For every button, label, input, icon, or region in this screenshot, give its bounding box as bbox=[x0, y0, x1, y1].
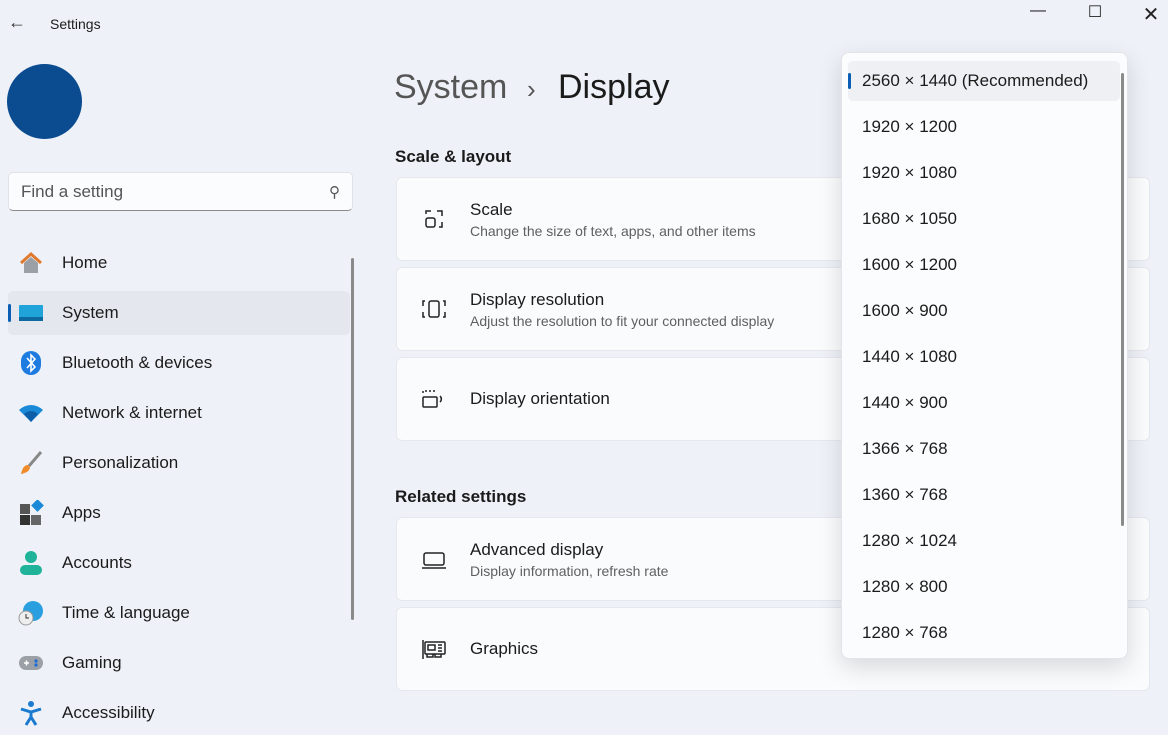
advanced-title: Advanced display bbox=[470, 539, 604, 559]
search-placeholder: Find a setting bbox=[21, 181, 124, 201]
system-icon bbox=[18, 300, 44, 326]
globe-clock-icon bbox=[18, 600, 44, 626]
resolution-dropdown-list[interactable]: 2560 × 1440 (Recommended) 1920 × 1200 1920… bbox=[841, 52, 1128, 659]
graphics-card-icon bbox=[419, 637, 449, 661]
scale-subtitle: Change the size of text, apps, and other… bbox=[470, 222, 756, 239]
scale-icon bbox=[419, 207, 449, 231]
sidebar-item-label: System bbox=[62, 303, 119, 322]
sidebar-item-network-internet[interactable]: Network & internet bbox=[8, 391, 350, 435]
page-title: Display bbox=[558, 68, 670, 106]
sidebar-item-label: Personalization bbox=[62, 453, 179, 472]
back-button[interactable]: ← bbox=[8, 12, 28, 36]
sidebar-item-personalization[interactable]: Personalization bbox=[8, 441, 350, 485]
advanced-subtitle: Display information, refresh rate bbox=[470, 562, 669, 579]
dropdown-scrollbar[interactable] bbox=[1121, 73, 1124, 526]
resolution-option[interactable]: 1360 × 768 bbox=[848, 475, 1120, 515]
breadcrumb-parent[interactable]: System bbox=[394, 68, 507, 107]
bluetooth-icon bbox=[18, 350, 44, 376]
sidebar-item-label: Apps bbox=[62, 503, 101, 522]
accessibility-icon bbox=[18, 700, 44, 726]
brush-icon bbox=[18, 450, 44, 476]
maximize-button[interactable]: ☐ bbox=[1075, 2, 1115, 26]
sidebar-item-label: Home bbox=[62, 253, 108, 272]
resolution-option[interactable]: 2560 × 1440 (Recommended) bbox=[848, 61, 1120, 101]
graphics-title: Graphics bbox=[470, 639, 539, 658]
resolution-subtitle: Adjust the resolution to fit your connec… bbox=[470, 312, 775, 329]
resolution-option[interactable]: 1440 × 1080 bbox=[848, 337, 1120, 377]
orientation-icon bbox=[419, 387, 449, 411]
sidebar-item-home[interactable]: Home bbox=[8, 241, 350, 285]
sidebar-item-label: Time & language bbox=[62, 603, 190, 622]
sidebar-item-label: Gaming bbox=[62, 653, 122, 672]
apps-icon bbox=[18, 500, 44, 526]
sidebar-scrollbar[interactable] bbox=[351, 258, 354, 620]
sidebar-item-bluetooth-devices[interactable]: Bluetooth & devices bbox=[8, 341, 350, 385]
resolution-icon bbox=[419, 297, 449, 321]
sidebar-item-apps[interactable]: Apps bbox=[8, 491, 350, 535]
laptop-icon bbox=[419, 547, 449, 571]
sidebar-item-system[interactable]: System bbox=[8, 291, 350, 335]
resolution-option[interactable]: 1600 × 900 bbox=[848, 291, 1120, 331]
section-heading-related: Related settings bbox=[395, 487, 527, 506]
resolution-option[interactable]: 1920 × 1200 bbox=[848, 107, 1120, 147]
scale-title: Scale bbox=[470, 199, 513, 219]
gamepad-icon bbox=[18, 650, 44, 676]
resolution-option[interactable]: 1680 × 1050 bbox=[848, 199, 1120, 239]
sidebar-item-time-language[interactable]: Time & language bbox=[8, 591, 350, 635]
resolution-option[interactable]: 1366 × 768 bbox=[848, 429, 1120, 469]
sidebar-item-accessibility[interactable]: Accessibility bbox=[8, 691, 350, 735]
resolution-option[interactable]: 1280 × 768 bbox=[848, 613, 1120, 653]
breadcrumb-chevron-icon: › bbox=[527, 74, 536, 104]
minimize-button[interactable]: — bbox=[1018, 2, 1058, 26]
selection-indicator bbox=[8, 304, 11, 322]
home-icon bbox=[18, 250, 44, 276]
person-icon bbox=[18, 550, 44, 576]
resolution-option[interactable]: 1920 × 1080 bbox=[848, 153, 1120, 193]
search-input[interactable]: Find a setting ⚲ bbox=[8, 172, 353, 211]
orientation-title: Display orientation bbox=[470, 389, 610, 408]
resolution-option[interactable]: 1280 × 800 bbox=[848, 567, 1120, 607]
wifi-icon bbox=[18, 400, 44, 426]
avatar[interactable] bbox=[7, 64, 82, 139]
sidebar-item-accounts[interactable]: Accounts bbox=[8, 541, 350, 585]
sidebar-item-label: Accounts bbox=[62, 553, 132, 572]
resolution-option[interactable]: 1600 × 1200 bbox=[848, 245, 1120, 285]
search-icon: ⚲ bbox=[329, 183, 340, 201]
resolution-title: Display resolution bbox=[470, 289, 605, 309]
sidebar-item-label: Bluetooth & devices bbox=[62, 353, 213, 372]
sidebar-item-label: Accessibility bbox=[62, 703, 155, 722]
close-button[interactable]: ✕ bbox=[1131, 2, 1168, 26]
sidebar-item-gaming[interactable]: Gaming bbox=[8, 641, 350, 685]
sidebar-item-label: Network & internet bbox=[62, 403, 202, 422]
resolution-option[interactable]: 1440 × 900 bbox=[848, 383, 1120, 423]
section-heading-scale-layout: Scale & layout bbox=[395, 147, 512, 166]
window-title: Settings bbox=[50, 16, 101, 32]
resolution-option[interactable]: 1280 × 1024 bbox=[848, 521, 1120, 561]
